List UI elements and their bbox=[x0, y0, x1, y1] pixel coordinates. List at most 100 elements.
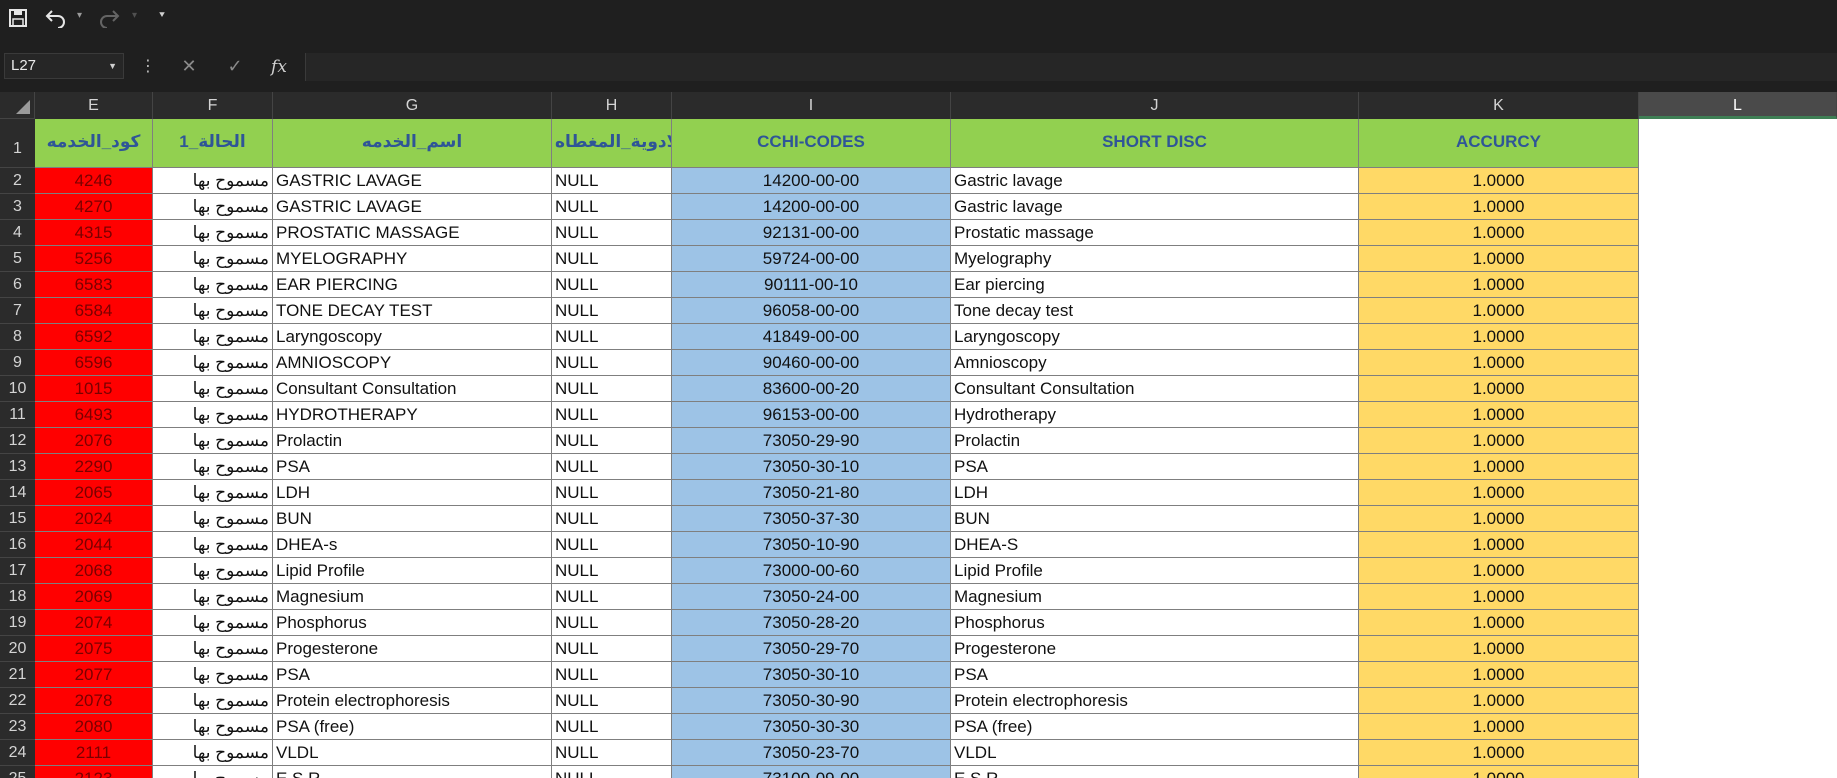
covered-drugs-cell[interactable]: NULL bbox=[552, 688, 672, 714]
row-header[interactable]: 2 bbox=[0, 168, 35, 194]
service-name-cell[interactable]: MYELOGRAPHY bbox=[273, 246, 552, 272]
covered-drugs-cell[interactable]: NULL bbox=[552, 428, 672, 454]
row-header[interactable]: 6 bbox=[0, 272, 35, 298]
status-cell[interactable]: مسموح بها bbox=[153, 610, 273, 636]
row-header[interactable]: 25 bbox=[0, 766, 35, 778]
insert-function-icon[interactable]: fx bbox=[265, 55, 293, 79]
cchi-code-cell[interactable]: 73000-00-60 bbox=[672, 558, 951, 584]
service-code-cell[interactable]: 5256 bbox=[35, 246, 153, 272]
row-header[interactable]: 13 bbox=[0, 454, 35, 480]
column-header-g[interactable]: G bbox=[273, 92, 552, 119]
status-cell[interactable]: مسموح بها bbox=[153, 558, 273, 584]
service-code-cell[interactable]: 4315 bbox=[35, 220, 153, 246]
status-cell[interactable]: مسموح بها bbox=[153, 636, 273, 662]
cchi-code-cell[interactable]: 73050-10-90 bbox=[672, 532, 951, 558]
row-header[interactable]: 7 bbox=[0, 298, 35, 324]
service-code-cell[interactable]: 6584 bbox=[35, 298, 153, 324]
accuracy-cell[interactable]: 1.0000 bbox=[1359, 506, 1639, 532]
header-cell-g[interactable]: اسم_الخدمه bbox=[273, 119, 552, 168]
accuracy-cell[interactable]: 1.0000 bbox=[1359, 714, 1639, 740]
short-desc-cell[interactable]: LDH bbox=[951, 480, 1359, 506]
service-name-cell[interactable]: Magnesium bbox=[273, 584, 552, 610]
short-desc-cell[interactable]: Lipid Profile bbox=[951, 558, 1359, 584]
undo-icon[interactable] bbox=[42, 8, 68, 30]
accuracy-cell[interactable]: 1.0000 bbox=[1359, 662, 1639, 688]
accuracy-cell[interactable]: 1.0000 bbox=[1359, 740, 1639, 766]
service-code-cell[interactable]: 6592 bbox=[35, 324, 153, 350]
worksheet-grid[interactable]: EFGHIJKL 1كود_الخدمهالحالة_1اسم_الخدمهال… bbox=[0, 92, 1837, 778]
service-code-cell[interactable]: 1015 bbox=[35, 376, 153, 402]
row-header[interactable]: 19 bbox=[0, 610, 35, 636]
status-cell[interactable]: مسموح بها bbox=[153, 376, 273, 402]
redo-dropdown-icon[interactable]: ▾ bbox=[132, 10, 137, 21]
cchi-code-cell[interactable]: 73050-37-30 bbox=[672, 506, 951, 532]
header-cell-h[interactable]: الادوية_المغطاه bbox=[552, 119, 672, 168]
status-cell[interactable]: مسموح بها bbox=[153, 246, 273, 272]
covered-drugs-cell[interactable]: NULL bbox=[552, 298, 672, 324]
short-desc-cell[interactable]: DHEA-S bbox=[951, 532, 1359, 558]
chevron-down-icon[interactable]: ▼ bbox=[108, 54, 117, 78]
column-header-j[interactable]: J bbox=[951, 92, 1359, 119]
header-cell-k[interactable]: ACCURCY bbox=[1359, 119, 1639, 168]
cchi-code-cell[interactable]: 73050-30-90 bbox=[672, 688, 951, 714]
short-desc-cell[interactable]: Amnioscopy bbox=[951, 350, 1359, 376]
accuracy-cell[interactable]: 1.0000 bbox=[1359, 272, 1639, 298]
status-cell[interactable]: مسموح بها bbox=[153, 688, 273, 714]
covered-drugs-cell[interactable]: NULL bbox=[552, 194, 672, 220]
service-name-cell[interactable]: EAR PIERCING bbox=[273, 272, 552, 298]
service-code-cell[interactable]: 6596 bbox=[35, 350, 153, 376]
row-header[interactable]: 20 bbox=[0, 636, 35, 662]
short-desc-cell[interactable]: PSA bbox=[951, 454, 1359, 480]
accuracy-cell[interactable]: 1.0000 bbox=[1359, 194, 1639, 220]
row-header[interactable]: 3 bbox=[0, 194, 35, 220]
formula-input[interactable] bbox=[305, 53, 1837, 81]
service-name-cell[interactable]: GASTRIC LAVAGE bbox=[273, 168, 552, 194]
status-cell[interactable]: مسموح بها bbox=[153, 350, 273, 376]
row-header[interactable]: 9 bbox=[0, 350, 35, 376]
status-cell[interactable]: مسموح بها bbox=[153, 194, 273, 220]
service-name-cell[interactable]: Protein electrophoresis bbox=[273, 688, 552, 714]
short-desc-cell[interactable]: Laryngoscopy bbox=[951, 324, 1359, 350]
column-header-e[interactable]: E bbox=[35, 92, 153, 119]
service-code-cell[interactable]: 2123 bbox=[35, 766, 153, 778]
row-header[interactable]: 5 bbox=[0, 246, 35, 272]
covered-drugs-cell[interactable]: NULL bbox=[552, 272, 672, 298]
accuracy-cell[interactable]: 1.0000 bbox=[1359, 636, 1639, 662]
covered-drugs-cell[interactable]: NULL bbox=[552, 662, 672, 688]
accuracy-cell[interactable]: 1.0000 bbox=[1359, 324, 1639, 350]
column-header-f[interactable]: F bbox=[153, 92, 273, 119]
row-header[interactable]: 23 bbox=[0, 714, 35, 740]
service-code-cell[interactable]: 2068 bbox=[35, 558, 153, 584]
row-header[interactable]: 15 bbox=[0, 506, 35, 532]
service-code-cell[interactable]: 2078 bbox=[35, 688, 153, 714]
accuracy-cell[interactable]: 1.0000 bbox=[1359, 610, 1639, 636]
service-name-cell[interactable]: E.S.R bbox=[273, 766, 552, 778]
short-desc-cell[interactable]: PSA (free) bbox=[951, 714, 1359, 740]
redo-icon[interactable] bbox=[97, 8, 123, 30]
cchi-code-cell[interactable]: 14200-00-00 bbox=[672, 194, 951, 220]
accuracy-cell[interactable]: 1.0000 bbox=[1359, 428, 1639, 454]
short-desc-cell[interactable]: Magnesium bbox=[951, 584, 1359, 610]
cchi-code-cell[interactable]: 92131-00-00 bbox=[672, 220, 951, 246]
cchi-code-cell[interactable]: 41849-00-00 bbox=[672, 324, 951, 350]
header-cell-j[interactable]: SHORT DISC bbox=[951, 119, 1359, 168]
covered-drugs-cell[interactable]: NULL bbox=[552, 506, 672, 532]
column-header-h[interactable]: H bbox=[552, 92, 672, 119]
status-cell[interactable]: مسموح بها bbox=[153, 506, 273, 532]
service-name-cell[interactable]: Lipid Profile bbox=[273, 558, 552, 584]
service-code-cell[interactable]: 2076 bbox=[35, 428, 153, 454]
status-cell[interactable]: مسموح بها bbox=[153, 324, 273, 350]
short-desc-cell[interactable]: BUN bbox=[951, 506, 1359, 532]
service-name-cell[interactable]: Prolactin bbox=[273, 428, 552, 454]
service-code-cell[interactable]: 6583 bbox=[35, 272, 153, 298]
short-desc-cell[interactable]: Hydrotherapy bbox=[951, 402, 1359, 428]
short-desc-cell[interactable]: Gastric lavage bbox=[951, 168, 1359, 194]
column-header-i[interactable]: I bbox=[672, 92, 951, 119]
covered-drugs-cell[interactable]: NULL bbox=[552, 480, 672, 506]
accuracy-cell[interactable]: 1.0000 bbox=[1359, 168, 1639, 194]
accuracy-cell[interactable]: 1.0000 bbox=[1359, 376, 1639, 402]
service-code-cell[interactable]: 2044 bbox=[35, 532, 153, 558]
cchi-code-cell[interactable]: 73050-23-70 bbox=[672, 740, 951, 766]
service-name-cell[interactable]: VLDL bbox=[273, 740, 552, 766]
accuracy-cell[interactable]: 1.0000 bbox=[1359, 766, 1639, 778]
